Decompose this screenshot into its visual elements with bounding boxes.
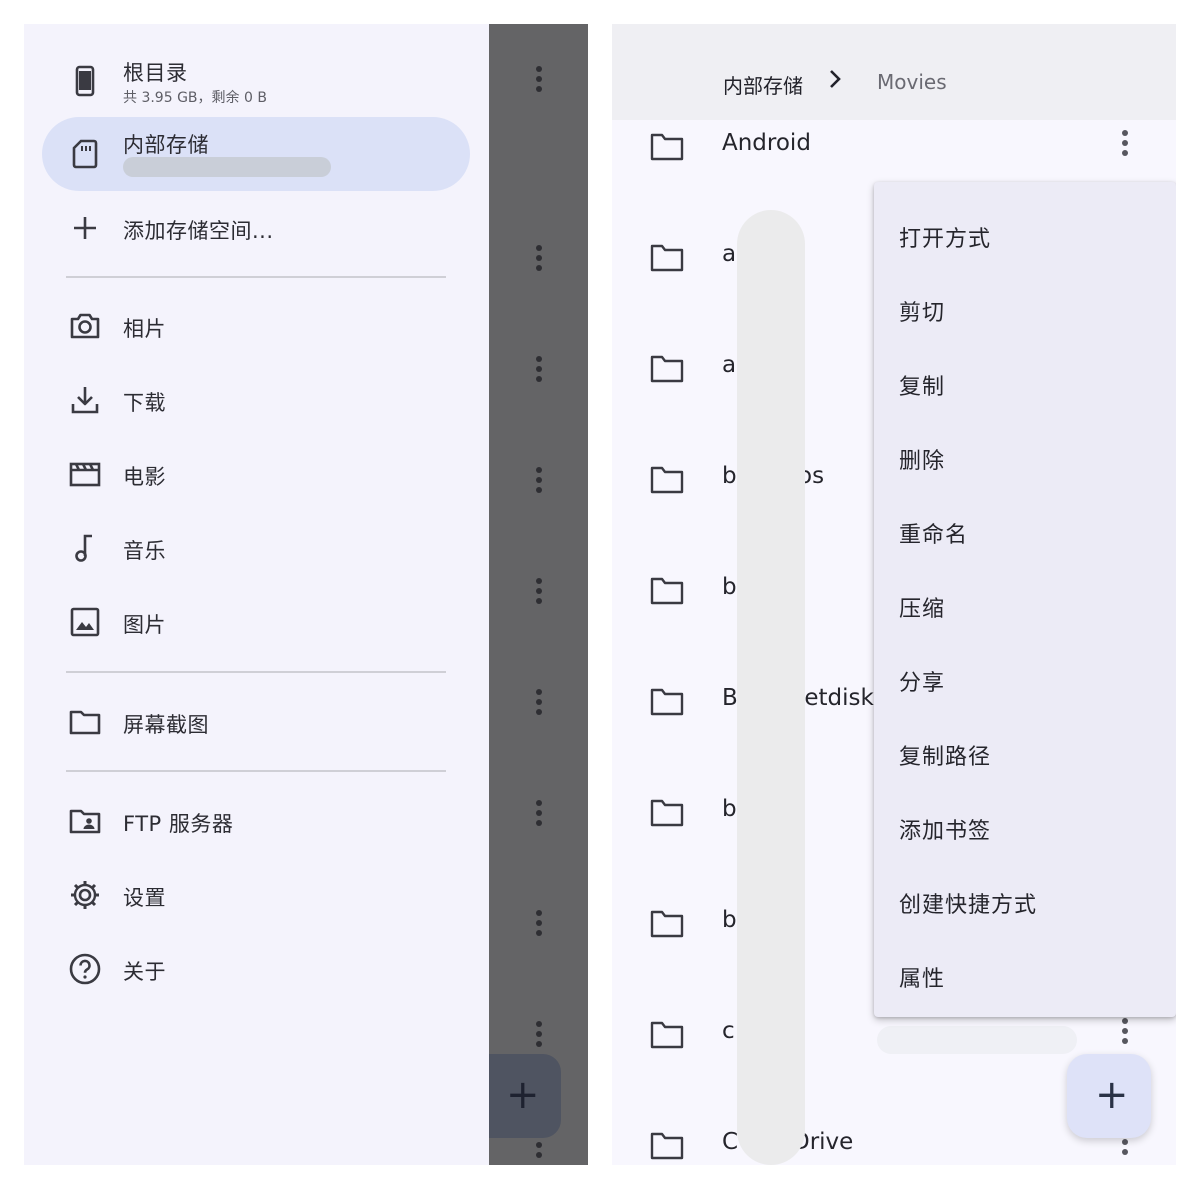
menu-item-rename[interactable]: 重命名 [874,493,1176,567]
sd-card-icon [68,137,102,171]
folder-icon [650,1131,684,1161]
more-options-icon [534,245,544,273]
divider [66,770,446,772]
folder-icon [650,132,684,162]
more-options-icon [534,1021,544,1049]
camera-icon [68,309,102,343]
drawer-item-about[interactable]: 关于 [42,937,470,1001]
plus-icon: + [1095,1072,1129,1118]
menu-item-delete[interactable]: 删除 [874,419,1176,493]
context-menu: 打开方式 剪切 复制 删除 重命名 压缩 分享 复制路径 添加书签 创建快捷方式… [874,182,1176,1017]
phone-icon [68,64,102,98]
drawer-item-label: 屏幕截图 [123,713,209,737]
chevron-right-icon [824,68,846,90]
folder-icon [650,1020,684,1050]
drawer-item-internal-storage[interactable]: 内部存储 [42,117,470,191]
folder-icon [650,798,684,828]
image-icon [68,605,102,639]
drawer-item-label: 电影 [123,465,166,489]
more-options-icon [534,66,544,94]
drawer-item-label: 添加存储空间... [123,219,274,243]
drawer-item-downloads[interactable]: 下载 [42,368,470,432]
movie-icon [68,457,102,491]
folder-icon [650,909,684,939]
menu-item-cut[interactable]: 剪切 [874,271,1176,345]
menu-item-share[interactable]: 分享 [874,641,1176,715]
drawer-item-label: 设置 [123,886,166,910]
drawer-item-label: 内部存储 [123,133,209,157]
drawer: 根目录 共 3.95 GB，剩余 0 B 内部存储 添加存储空间... 相片 下… [24,24,489,1165]
more-options-icon[interactable] [1122,1018,1132,1048]
menu-item-add-bookmark[interactable]: 添加书签 [874,789,1176,863]
file-name: Android [722,130,811,156]
drawer-item-screenshots[interactable]: 屏幕截图 [42,690,470,754]
redaction-overlay [737,210,805,1165]
menu-item-compress[interactable]: 压缩 [874,567,1176,641]
menu-item-properties[interactable]: 属性 [874,937,1176,1011]
divider [66,276,446,278]
folder-icon [650,465,684,495]
drawer-item-music[interactable]: 音乐 [42,516,470,580]
folder-icon [650,243,684,273]
plus-icon: + [506,1072,540,1118]
music-icon [68,531,102,565]
file-name: b [722,796,737,822]
folder-icon [68,705,102,739]
file-name-tail: letdisk [798,685,874,711]
redaction-overlay [877,1026,1077,1054]
drawer-item-label: 音乐 [123,539,166,563]
help-icon [68,952,102,986]
drawer-item-movies[interactable]: 电影 [42,442,470,506]
folder-icon [650,354,684,384]
more-options-icon[interactable] [1122,130,1132,160]
drawer-item-settings[interactable]: 设置 [42,863,470,927]
navigation-drawer-screen: + 根目录 共 3.95 GB，剩余 0 B 内部存储 添加存储空间... 相片… [24,24,588,1165]
menu-item-create-shortcut[interactable]: 创建快捷方式 [874,863,1176,937]
more-options-icon [534,910,544,938]
drawer-item-label: 图片 [123,613,166,637]
file-name: C [722,1129,739,1155]
file-name: B [722,685,738,711]
menu-item-open-with[interactable]: 打开方式 [874,197,1176,271]
drawer-item-photos[interactable]: 相片 [42,294,470,358]
drawer-item-images[interactable]: 图片 [42,590,470,654]
breadcrumb: 内部存储 Movies [612,24,1176,120]
scrim-fab: + [489,1054,561,1138]
file-name: c [722,1018,735,1044]
drawer-item-add-storage[interactable]: 添加存储空间... [42,196,470,260]
plus-icon [68,211,102,245]
file-name: a [722,352,737,378]
divider [66,671,446,673]
drawer-item-label: 相片 [123,317,166,341]
gear-icon [68,878,102,912]
folder-icon [650,687,684,717]
drawer-item-label: FTP 服务器 [123,812,234,836]
breadcrumb-item[interactable]: 内部存储 [723,70,803,99]
file-name: b [722,907,737,933]
drawer-item-label: 根目录 [123,61,188,85]
file-name: a [722,241,737,267]
drawer-item-ftp-server[interactable]: FTP 服务器 [42,789,470,853]
storage-summary: 共 3.95 GB，剩余 0 B [123,90,267,106]
menu-item-copy-path[interactable]: 复制路径 [874,715,1176,789]
file-name: b [722,574,737,600]
drawer-item-root[interactable]: 根目录 共 3.95 GB，剩余 0 B [42,49,470,113]
folder-icon [650,576,684,606]
drawer-item-label: 关于 [123,960,166,984]
file-list-screen: 内部存储 Movies Android a a b os b B letdisk… [612,24,1176,1165]
more-options-icon [534,578,544,606]
more-options-icon [534,467,544,495]
download-icon [68,383,102,417]
add-fab-button[interactable]: + [1067,1054,1151,1138]
file-name: b [722,463,737,489]
more-options-icon [534,800,544,828]
breadcrumb-item[interactable]: Movies [877,70,947,94]
menu-item-copy[interactable]: 复制 [874,345,1176,419]
more-options-icon [534,689,544,717]
drawer-item-label: 下载 [123,391,166,415]
ftp-server-icon [68,804,102,838]
storage-summary-redacted [123,157,331,177]
more-options-icon [534,356,544,384]
